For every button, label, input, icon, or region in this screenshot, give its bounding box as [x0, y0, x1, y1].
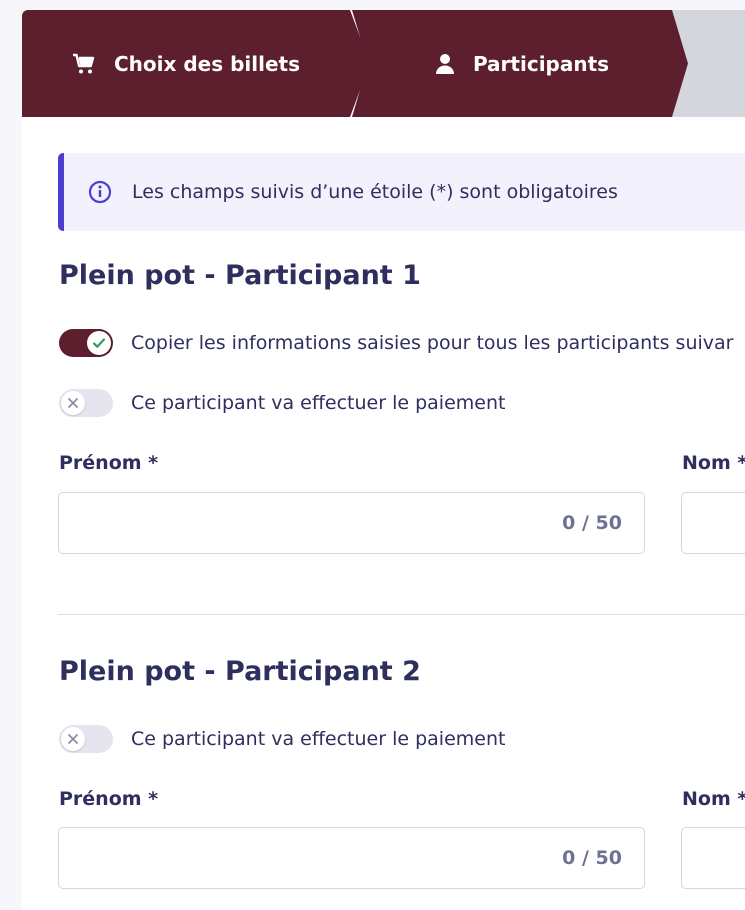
copy-info-toggle-row: Copier les informations saisies pour tou… [59, 329, 733, 357]
step-ticket-choice[interactable]: Choix des billets [22, 10, 350, 117]
close-icon [61, 727, 85, 751]
step-label: Choix des billets [113, 51, 301, 76]
step-participants[interactable]: Participants [352, 10, 692, 117]
copy-info-label: Copier les informations saisies pour tou… [131, 332, 734, 354]
user-icon [435, 53, 455, 75]
lastname-label-1: Nom * [682, 452, 745, 474]
payer-label: Ce participant va effectuer le paiement [131, 728, 506, 750]
firstname-label-1: Prénom * [59, 452, 159, 474]
payer-toggle-1[interactable] [59, 389, 113, 417]
registration-card: Choix des billets Participants Les champ… [22, 10, 745, 910]
section-divider [58, 614, 745, 615]
lastname-input-1[interactable] [681, 492, 745, 554]
firstname-input-2[interactable]: 0 / 50 [58, 827, 645, 889]
payer-toggle-2[interactable] [59, 725, 113, 753]
info-icon [88, 180, 112, 204]
required-fields-banner: Les champs suivis d’une étoile (*) sont … [58, 153, 745, 231]
payer-toggle-row-1: Ce participant va effectuer le paiement [59, 389, 505, 417]
participant-2-title: Plein pot - Participant 2 [59, 656, 421, 687]
payer-label: Ce participant va effectuer le paiement [131, 392, 506, 414]
char-counter: 0 / 50 [562, 512, 622, 534]
stepper: Choix des billets Participants [22, 10, 745, 117]
banner-text: Les champs suivis d’une étoile (*) sont … [132, 181, 618, 203]
participant-1-title: Plein pot - Participant 1 [59, 260, 421, 291]
firstname-label-2: Prénom * [59, 788, 159, 810]
cart-icon [72, 53, 96, 75]
lastname-input-2[interactable] [681, 827, 745, 889]
copy-info-toggle[interactable] [59, 329, 113, 357]
close-icon [61, 391, 85, 415]
char-counter: 0 / 50 [562, 847, 622, 869]
firstname-input-1[interactable]: 0 / 50 [58, 492, 645, 554]
lastname-label-2: Nom * [682, 788, 745, 810]
payer-toggle-row-2: Ce participant va effectuer le paiement [59, 725, 505, 753]
step-label: Participants [472, 51, 610, 76]
check-icon [87, 331, 111, 355]
